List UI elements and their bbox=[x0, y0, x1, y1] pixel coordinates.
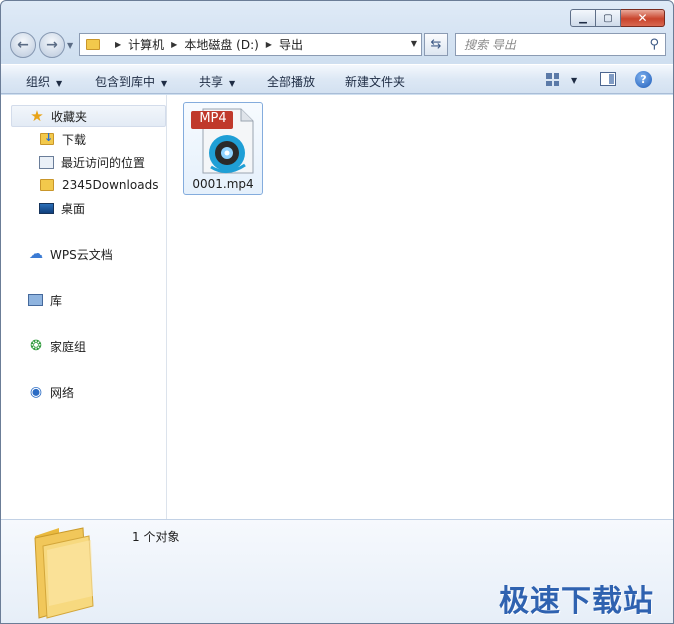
view-options-dropdown[interactable]: ▼ bbox=[571, 76, 577, 85]
back-arrow-icon: ← bbox=[17, 37, 29, 53]
network-icon: ◉ bbox=[29, 384, 43, 400]
item-count: 1 个对象 bbox=[132, 530, 180, 544]
scrollbar[interactable] bbox=[665, 95, 673, 519]
address-bar[interactable]: ▶ 计算机 ▶ 本地磁盘 (D:) ▶ 导出 ▼ bbox=[79, 33, 422, 56]
sidebar-item-homegroup[interactable]: ❂ 家庭组 bbox=[28, 335, 86, 357]
close-button[interactable]: ✕ bbox=[621, 9, 665, 27]
sidebar-item-label: 下载 bbox=[62, 132, 87, 147]
sidebar-item-favorites[interactable]: ★ 收藏夹 bbox=[11, 105, 166, 127]
sidebar-item-libraries[interactable]: 库 bbox=[28, 289, 62, 311]
search-icon[interactable]: ⚲ bbox=[649, 37, 659, 52]
recent-pages-dropdown[interactable]: ▼ bbox=[67, 41, 73, 50]
chevron-down-icon: ▼ bbox=[56, 79, 63, 88]
preview-pane-icon[interactable] bbox=[600, 72, 616, 86]
sidebar-item-desktop[interactable]: 桌面 bbox=[39, 197, 85, 219]
sidebar-item-wps-cloud[interactable]: ☁ WPS云文档 bbox=[28, 243, 113, 265]
include-in-library-button[interactable]: 包含到库中 ▼ bbox=[95, 73, 167, 90]
downloads-folder-icon bbox=[40, 131, 54, 145]
sidebar-item-2345downloads[interactable]: 2345Downloads bbox=[39, 174, 158, 196]
breadcrumb-separator-icon[interactable]: ▶ bbox=[171, 40, 177, 49]
library-icon bbox=[28, 294, 43, 306]
back-button[interactable]: ← bbox=[10, 32, 36, 58]
include-in-library-label: 包含到库中 bbox=[95, 75, 156, 89]
file-name: 0001.mp4 bbox=[192, 177, 254, 191]
minimize-button[interactable]: ▁ bbox=[570, 9, 596, 27]
sidebar-item-label: 收藏夹 bbox=[51, 109, 88, 124]
change-view-icon[interactable] bbox=[546, 73, 559, 86]
sidebar-item-recent-places[interactable]: 最近访问的位置 bbox=[39, 151, 145, 173]
organize-button[interactable]: 组织 ▼ bbox=[26, 73, 62, 90]
maximize-button[interactable]: ▢ bbox=[596, 9, 621, 27]
recent-places-icon bbox=[39, 155, 54, 169]
sidebar-item-network[interactable]: ◉ 网络 bbox=[28, 381, 74, 403]
watermark-text: 极速下载站 bbox=[499, 584, 654, 619]
chevron-down-icon: ▼ bbox=[161, 79, 168, 88]
play-all-button[interactable]: 全部播放 bbox=[267, 73, 315, 90]
forward-button[interactable]: → bbox=[39, 32, 65, 58]
address-dropdown-icon[interactable]: ▼ bbox=[411, 39, 417, 48]
forward-arrow-icon: → bbox=[46, 37, 58, 53]
sidebar-item-label: 桌面 bbox=[61, 201, 86, 216]
new-folder-label: 新建文件夹 bbox=[345, 75, 406, 89]
share-label: 共享 bbox=[199, 75, 224, 89]
file-badge: MP4 bbox=[199, 111, 227, 126]
play-all-label: 全部播放 bbox=[267, 75, 316, 89]
search-input[interactable] bbox=[464, 37, 634, 52]
sidebar-item-label: WPS云文档 bbox=[50, 247, 113, 262]
navigation-pane: ★ 收藏夹 下载 最近访问的位置 2345Downloads 桌面 ☁ W bbox=[9, 95, 167, 519]
chevron-down-icon: ▼ bbox=[229, 79, 236, 88]
sidebar-item-label: 最近访问的位置 bbox=[61, 155, 146, 170]
command-bar: 组织 ▼ 包含到库中 ▼ 共享 ▼ 全部播放 新建文件夹 ▼ ? bbox=[1, 64, 673, 94]
new-folder-button[interactable]: 新建文件夹 bbox=[345, 73, 405, 90]
folder-icon bbox=[34, 527, 94, 619]
breadcrumb-separator-icon[interactable]: ▶ bbox=[266, 40, 272, 49]
refresh-button[interactable]: ⇆ bbox=[424, 33, 448, 56]
sidebar-item-label: 2345Downloads bbox=[62, 178, 159, 192]
sidebar-item-label: 家庭组 bbox=[50, 339, 87, 354]
sidebar-item-downloads[interactable]: 下载 bbox=[39, 128, 86, 150]
folder-icon bbox=[86, 39, 100, 50]
desktop-icon bbox=[39, 202, 54, 214]
details-pane: 1 个对象 极速下载站 bbox=[1, 519, 673, 623]
breadcrumb-export[interactable]: 导出 bbox=[279, 36, 303, 53]
file-item[interactable]: MP4 0001.mp4 bbox=[183, 102, 263, 195]
explorer-window: ▁ ▢ ✕ ← → ▼ ▶ 计算机 ▶ 本地磁盘 (D:) ▶ 导出 ▼ ⇆ ⚲… bbox=[0, 0, 674, 624]
organize-label: 组织 bbox=[26, 75, 51, 89]
share-button[interactable]: 共享 ▼ bbox=[199, 73, 235, 90]
sidebar-item-label: 库 bbox=[50, 293, 63, 308]
refresh-icon: ⇆ bbox=[430, 37, 442, 52]
search-box: ⚲ bbox=[455, 33, 666, 56]
homegroup-icon: ❂ bbox=[30, 338, 42, 354]
folder-icon bbox=[40, 179, 54, 191]
help-icon[interactable]: ? bbox=[635, 71, 652, 88]
cloud-icon: ☁ bbox=[29, 246, 43, 262]
caption-buttons: ▁ ▢ ✕ bbox=[570, 9, 665, 27]
breadcrumb-separator-icon[interactable]: ▶ bbox=[115, 40, 121, 49]
content-area: ★ 收藏夹 下载 最近访问的位置 2345Downloads 桌面 ☁ W bbox=[1, 95, 673, 519]
star-icon: ★ bbox=[30, 107, 44, 125]
file-list: MP4 0001.mp4 bbox=[168, 95, 665, 519]
breadcrumb-computer[interactable]: 计算机 bbox=[128, 36, 164, 53]
breadcrumb-drive-d[interactable]: 本地磁盘 (D:) bbox=[184, 36, 258, 53]
sidebar-item-label: 网络 bbox=[50, 385, 75, 400]
